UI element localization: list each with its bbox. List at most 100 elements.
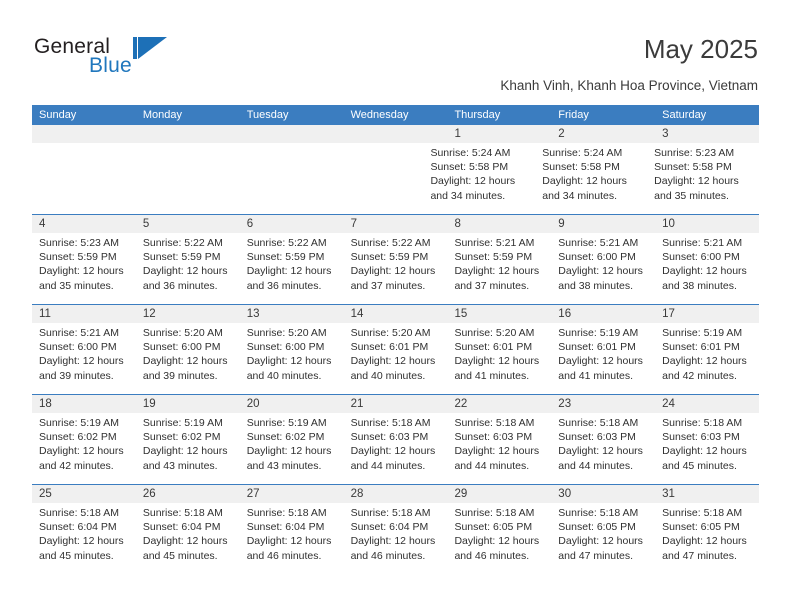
- sunset-text: Sunset: 5:59 PM: [246, 251, 325, 264]
- day-cell[interactable]: Sunrise: 5:19 AM Sunset: 6:01 PM Daylight:…: [655, 323, 759, 394]
- day-of-week-friday: Friday: [558, 109, 589, 121]
- daylight-text: Daylight: 12 hours and 34 minutes.: [430, 175, 516, 202]
- sunset-text: Sunset: 6:02 PM: [39, 431, 117, 444]
- date-number[interactable]: 20: [240, 395, 344, 413]
- date-number[interactable]: 8: [447, 215, 551, 233]
- date-number[interactable]: 2: [551, 125, 655, 143]
- day-cell[interactable]: Sunrise: 5:20 AM Sunset: 6:01 PM Daylight:…: [447, 323, 551, 394]
- day-cell[interactable]: Sunrise: 5:22 AM Sunset: 5:59 PM Daylight:…: [136, 233, 240, 304]
- daylight-text: Daylight: 12 hours and 40 minutes.: [350, 355, 436, 382]
- day-cell[interactable]: Sunrise: 5:18 AM Sunset: 6:03 PM Daylight:…: [655, 413, 759, 484]
- calendar-page: General Blue May 2025 Khanh Vinh, Khanh …: [0, 0, 792, 612]
- sunrise-text: Sunrise: 5:18 AM: [350, 417, 431, 429]
- day-cell[interactable]: Sunrise: 5:23 AM Sunset: 5:58 PM Daylight:…: [647, 143, 759, 214]
- pennant-flag-icon: [133, 37, 171, 59]
- day-cell[interactable]: Sunrise: 5:24 AM Sunset: 5:58 PM Daylight:…: [423, 143, 535, 214]
- day-cell[interactable]: Sunrise: 5:18 AM Sunset: 6:05 PM Daylight:…: [447, 503, 551, 574]
- sunset-text: Sunset: 5:58 PM: [542, 161, 620, 174]
- date-number[interactable]: 29: [447, 485, 551, 503]
- day-cell[interactable]: Sunrise: 5:19 AM Sunset: 6:01 PM Daylight:…: [551, 323, 655, 394]
- date-number[interactable]: 31: [655, 485, 759, 503]
- week-date-band: 18 19 20 21 22 23 24: [32, 395, 759, 413]
- day-cell[interactable]: Sunrise: 5:20 AM Sunset: 6:01 PM Daylight:…: [344, 323, 448, 394]
- date-number[interactable]: 24: [655, 395, 759, 413]
- day-cell[interactable]: Sunrise: 5:18 AM Sunset: 6:04 PM Daylight:…: [32, 503, 136, 574]
- sunrise-text: Sunrise: 5:19 AM: [142, 417, 223, 429]
- sunrise-text: Sunrise: 5:20 AM: [454, 327, 535, 339]
- day-cell[interactable]: Sunrise: 5:18 AM Sunset: 6:04 PM Daylight:…: [240, 503, 344, 574]
- date-number[interactable]: 1: [447, 125, 551, 143]
- sunset-text: Sunset: 6:00 PM: [246, 341, 325, 354]
- date-number[interactable]: 28: [344, 485, 448, 503]
- daylight-text: Daylight: 12 hours and 34 minutes.: [542, 175, 627, 202]
- daylight-text: Daylight: 12 hours and 38 minutes.: [558, 265, 643, 292]
- week-detail-row: Sunrise: 5:24 AM Sunset: 5:58 PM Daylight:…: [32, 143, 759, 214]
- empty-date-cell: [136, 125, 240, 143]
- date-number[interactable]: 23: [551, 395, 655, 413]
- date-number[interactable]: 11: [32, 305, 136, 323]
- date-number[interactable]: 16: [551, 305, 655, 323]
- sunrise-text: Sunrise: 5:21 AM: [39, 327, 119, 339]
- date-number[interactable]: 19: [136, 395, 240, 413]
- sunrise-text: Sunrise: 5:18 AM: [558, 507, 639, 519]
- date-number[interactable]: 7: [344, 215, 448, 233]
- day-cell[interactable]: Sunrise: 5:19 AM Sunset: 6:02 PM Daylight:…: [240, 413, 344, 484]
- date-number[interactable]: 9: [551, 215, 655, 233]
- day-cell[interactable]: Sunrise: 5:18 AM Sunset: 6:05 PM Daylight:…: [551, 503, 655, 574]
- day-cell[interactable]: Sunrise: 5:20 AM Sunset: 6:00 PM Daylight:…: [136, 323, 240, 394]
- week-detail-row: Sunrise: 5:21 AM Sunset: 6:00 PM Daylight:…: [32, 323, 759, 394]
- sunrise-text: Sunrise: 5:23 AM: [39, 237, 119, 249]
- day-cell[interactable]: Sunrise: 5:24 AM Sunset: 5:58 PM Daylight:…: [535, 143, 647, 214]
- day-cell[interactable]: Sunrise: 5:22 AM Sunset: 5:59 PM Daylight:…: [344, 233, 448, 304]
- date-number[interactable]: 25: [32, 485, 136, 503]
- date-number[interactable]: 6: [240, 215, 344, 233]
- date-number[interactable]: 10: [655, 215, 759, 233]
- day-cell[interactable]: Sunrise: 5:21 AM Sunset: 6:00 PM Daylight:…: [655, 233, 759, 304]
- day-cell[interactable]: Sunrise: 5:18 AM Sunset: 6:03 PM Daylight:…: [551, 413, 655, 484]
- day-cell[interactable]: Sunrise: 5:21 AM Sunset: 6:00 PM Daylight:…: [32, 323, 136, 394]
- page-title: May 2025: [643, 34, 758, 64]
- sunset-text: Sunset: 6:03 PM: [662, 431, 740, 444]
- day-cell[interactable]: Sunrise: 5:21 AM Sunset: 5:59 PM Daylight:…: [447, 233, 551, 304]
- day-cell[interactable]: Sunrise: 5:18 AM Sunset: 6:03 PM Daylight:…: [344, 413, 448, 484]
- pennant-triangle: [138, 37, 167, 59]
- day-cell[interactable]: Sunrise: 5:18 AM Sunset: 6:03 PM Daylight:…: [447, 413, 551, 484]
- date-number[interactable]: 4: [32, 215, 136, 233]
- day-cell[interactable]: Sunrise: 5:22 AM Sunset: 5:59 PM Daylight:…: [240, 233, 344, 304]
- day-cell[interactable]: Sunrise: 5:23 AM Sunset: 5:59 PM Daylight:…: [32, 233, 136, 304]
- day-cell[interactable]: Sunrise: 5:20 AM Sunset: 6:00 PM Daylight:…: [240, 323, 344, 394]
- date-number[interactable]: 26: [136, 485, 240, 503]
- day-cell[interactable]: Sunrise: 5:18 AM Sunset: 6:04 PM Daylight:…: [136, 503, 240, 574]
- day-cell[interactable]: Sunrise: 5:21 AM Sunset: 6:00 PM Daylight:…: [551, 233, 655, 304]
- sunrise-text: Sunrise: 5:20 AM: [142, 327, 223, 339]
- date-number[interactable]: 3: [655, 125, 759, 143]
- empty-day-cell: [326, 143, 424, 214]
- date-number[interactable]: 15: [447, 305, 551, 323]
- day-cell[interactable]: Sunrise: 5:19 AM Sunset: 6:02 PM Daylight:…: [136, 413, 240, 484]
- day-cell[interactable]: Sunrise: 5:18 AM Sunset: 6:04 PM Daylight:…: [344, 503, 448, 574]
- empty-date-cell: [240, 125, 344, 143]
- sunrise-text: Sunrise: 5:19 AM: [246, 417, 327, 429]
- daylight-text: Daylight: 12 hours and 36 minutes.: [246, 265, 332, 292]
- week-date-band: 4 5 6 7 8 9 10: [32, 215, 759, 233]
- day-cell[interactable]: Sunrise: 5:19 AM Sunset: 6:02 PM Daylight:…: [32, 413, 136, 484]
- date-number[interactable]: 5: [136, 215, 240, 233]
- date-number[interactable]: 14: [344, 305, 448, 323]
- date-number[interactable]: 21: [344, 395, 448, 413]
- sunset-text: Sunset: 6:04 PM: [350, 521, 429, 534]
- sunrise-text: Sunrise: 5:18 AM: [350, 507, 431, 519]
- sunrise-text: Sunrise: 5:18 AM: [662, 417, 743, 429]
- date-number[interactable]: 27: [240, 485, 344, 503]
- day-cell[interactable]: Sunrise: 5:18 AM Sunset: 6:05 PM Daylight:…: [655, 503, 759, 574]
- date-number[interactable]: 18: [32, 395, 136, 413]
- empty-day-cell: [228, 143, 326, 214]
- date-number[interactable]: 30: [551, 485, 655, 503]
- brand-logo[interactable]: General Blue: [34, 36, 167, 80]
- daylight-text: Daylight: 12 hours and 43 minutes.: [142, 445, 228, 472]
- date-number[interactable]: 12: [136, 305, 240, 323]
- date-number[interactable]: 13: [240, 305, 344, 323]
- date-number[interactable]: 17: [655, 305, 759, 323]
- week-detail-row: Sunrise: 5:19 AM Sunset: 6:02 PM Daylight:…: [32, 413, 759, 484]
- date-number[interactable]: 22: [447, 395, 551, 413]
- sunset-text: Sunset: 6:04 PM: [246, 521, 325, 534]
